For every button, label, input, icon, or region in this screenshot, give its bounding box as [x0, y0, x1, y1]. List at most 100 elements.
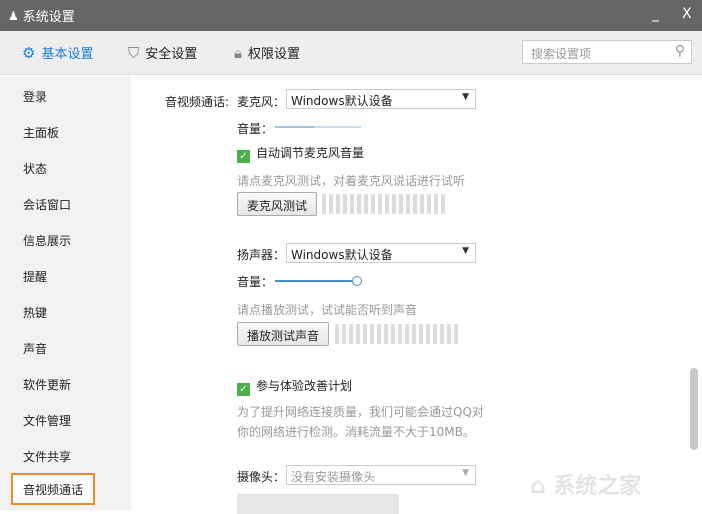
mic-label: 麦克风：: [237, 95, 286, 109]
meter-bar: [405, 324, 409, 344]
search-icon[interactable]: ⚲: [675, 43, 685, 59]
meter-bar: [419, 324, 423, 344]
sidebar-item[interactable]: 文件管理: [23, 412, 71, 429]
check-icon: ✓: [237, 383, 250, 396]
camera-label: 摄像头：: [237, 470, 286, 484]
tab-security-settings[interactable]: ⛉ 安全设置: [128, 43, 198, 63]
meter-bar: [363, 324, 367, 344]
meter-bar: [343, 194, 347, 214]
meter-bar: [364, 194, 368, 214]
av-settings-panel: 音视频通话: 麦克风： Windows默认设备 ▼ 音量： ✓ 自动调节麦克风音量 …: [131, 76, 688, 514]
section-label: 音视频通话:: [165, 95, 230, 109]
improve-desc-line2: 你的网络进行检测。消耗流量不大于10MB。: [237, 425, 475, 439]
meter-bar: [412, 324, 416, 344]
meter-bar: [433, 324, 437, 344]
lock-icon: 🔒︎: [234, 43, 242, 62]
gear-icon: ⚙: [22, 43, 36, 62]
meter-bar: [350, 194, 354, 214]
chevron-down-icon: ▼: [462, 246, 469, 256]
mic-volume-label: 音量：: [237, 122, 274, 136]
improve-label: 参与体验改善计划: [256, 379, 353, 393]
meter-bar: [426, 324, 430, 344]
window-title: 系统设置: [22, 10, 75, 25]
speaker-value: Windows默认设备: [291, 248, 393, 262]
sidebar-item[interactable]: 登录: [23, 88, 47, 105]
meter-bar: [440, 324, 444, 344]
slider-handle[interactable]: [352, 276, 362, 286]
meter-bar: [336, 194, 340, 214]
meter-bar: [342, 324, 346, 344]
chevron-down-icon: ▼: [462, 92, 469, 102]
tab-label: 安全设置: [145, 47, 198, 62]
shield-icon: ⛉: [128, 43, 140, 62]
auto-adjust-checkbox[interactable]: ✓ 自动调节麦克风音量: [237, 144, 364, 163]
meter-bar: [357, 194, 361, 214]
search-placeholder: 搜索设置项: [531, 47, 592, 61]
mic-volume-slider[interactable]: [275, 126, 361, 128]
speaker-hint: 请点播放测试，试试能否听到声音: [237, 303, 418, 317]
speaker-level-meter: [335, 324, 458, 344]
speaker-label: 扬声器：: [237, 248, 286, 262]
sidebar-item[interactable]: 状态: [23, 160, 47, 177]
speaker-select[interactable]: Windows默认设备 ▼: [286, 243, 476, 263]
mic-value: Windows默认设备: [291, 94, 393, 108]
sidebar-item[interactable]: 会话窗口: [23, 196, 71, 213]
penguin-icon: ♟: [8, 8, 19, 23]
meter-bar: [335, 324, 339, 344]
meter-bar: [391, 324, 395, 344]
speaker-volume-label: 音量：: [237, 275, 274, 289]
meter-bar: [329, 194, 333, 214]
sidebar-item[interactable]: 信息展示: [23, 232, 71, 249]
camera-value: 没有安装摄像头: [291, 470, 376, 484]
camera-select[interactable]: 没有安装摄像头 ▼: [286, 465, 476, 485]
meter-bar: [349, 324, 353, 344]
meter-bar: [322, 194, 326, 214]
mic-hint: 请点麦克风测试，对着麦克风说话进行试听: [237, 174, 466, 188]
meter-bar: [413, 194, 417, 214]
meter-bar: [384, 324, 388, 344]
sidebar-item[interactable]: 主面板: [23, 124, 59, 141]
sidebar-item[interactable]: 文件共享: [23, 448, 71, 465]
meter-bar: [398, 324, 402, 344]
tab-basic-settings[interactable]: ⚙ 基本设置: [22, 43, 94, 63]
improve-checkbox[interactable]: ✓ 参与体验改善计划: [237, 377, 352, 396]
meter-bar: [454, 324, 458, 344]
sidebar-item[interactable]: 热键: [23, 304, 47, 321]
meter-bar: [385, 194, 389, 214]
minimize-button[interactable]: _: [652, 6, 659, 22]
meter-bar: [378, 194, 382, 214]
meter-bar: [420, 194, 424, 214]
improve-desc-line1: 为了提升网络连接质量，我们可能会通过QQ对: [237, 405, 484, 419]
camera-preview: [237, 494, 399, 514]
meter-bar: [370, 324, 374, 344]
check-icon: ✓: [237, 150, 250, 163]
meter-bar: [371, 194, 375, 214]
search-input[interactable]: 搜索设置项 ⚲: [522, 40, 692, 64]
meter-bar: [356, 324, 360, 344]
close-button[interactable]: X: [682, 6, 692, 22]
meter-bar: [392, 194, 396, 214]
sidebar-item[interactable]: 声音: [23, 340, 47, 357]
meter-bar: [447, 324, 451, 344]
meter-bar: [377, 324, 381, 344]
sidebar-item[interactable]: 提醒: [23, 268, 47, 285]
mic-test-button[interactable]: 麦克风测试: [237, 192, 318, 216]
toolbar: ⚙ 基本设置 ⛉ 安全设置 🔒︎ 权限设置 搜索设置项 ⚲: [0, 31, 702, 75]
tab-label: 权限设置: [247, 47, 300, 62]
speaker-test-button[interactable]: 播放测试声音: [237, 322, 330, 346]
meter-bar: [399, 194, 403, 214]
mic-level-meter: [322, 194, 445, 214]
sidebar-item[interactable]: 软件更新: [23, 376, 71, 393]
mic-select[interactable]: Windows默认设备 ▼: [286, 89, 476, 109]
tab-permission-settings[interactable]: 🔒︎ 权限设置: [234, 43, 300, 63]
sidebar: 登录 主面板 状态 会话窗口 信息展示 提醒 热键 声音 软件更新 文件管理 文…: [0, 76, 131, 510]
tab-label: 基本设置: [41, 47, 94, 62]
sidebar-item-av-call[interactable]: 音视频通话: [11, 473, 95, 505]
title-bar: ♟ 系统设置 _ X: [0, 0, 702, 31]
meter-bar: [406, 194, 410, 214]
speaker-volume-slider[interactable]: [275, 276, 362, 286]
auto-adjust-label: 自动调节麦克风音量: [256, 146, 365, 160]
meter-bar: [434, 194, 438, 214]
meter-bar: [441, 194, 445, 214]
scrollbar-thumb[interactable]: [690, 368, 698, 450]
